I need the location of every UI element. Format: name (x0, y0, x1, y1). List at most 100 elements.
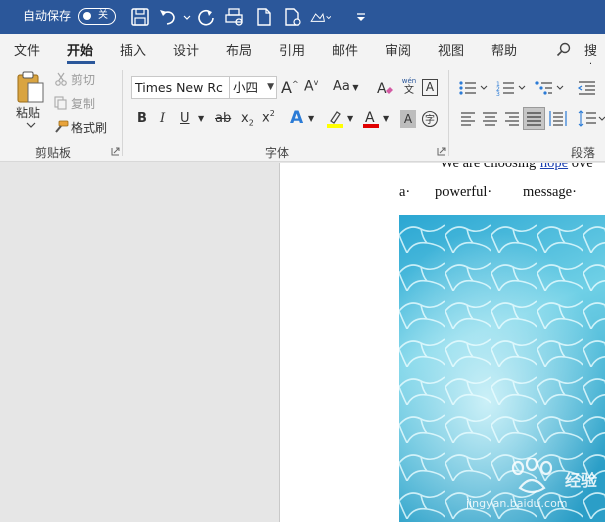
font-name-value: Times New Rc (135, 80, 223, 95)
change-case-glyph: Aa (333, 79, 350, 94)
pinyin-guide-button[interactable]: wén 文 (401, 77, 417, 96)
svg-text:A: A (377, 81, 387, 97)
format-painter-label[interactable]: 格式刷 (71, 119, 107, 136)
watermark-url: jingyan.baidu.com (466, 497, 568, 510)
font-launcher-icon[interactable] (437, 147, 446, 156)
char-border-glyph: A (425, 80, 435, 94)
cut-label[interactable]: 剪切 (71, 71, 95, 88)
bold-button[interactable]: B (137, 111, 147, 126)
subscript-button[interactable]: x2 (241, 111, 254, 128)
superscript-button[interactable]: x2 (262, 109, 275, 125)
save-icon[interactable] (129, 7, 151, 27)
group-separator (122, 70, 123, 156)
strikethrough-button[interactable]: ab (215, 111, 231, 126)
customize-qat-icon[interactable] (350, 7, 372, 27)
superscript-glyph: x (262, 110, 270, 126)
text-effects-dropdown-icon[interactable]: ▼ (308, 114, 314, 123)
toggle-knob (83, 12, 91, 20)
distributed-icon[interactable] (549, 110, 567, 127)
font-size-value: 小四 (233, 80, 259, 95)
tab-view[interactable]: 视图 (438, 40, 464, 59)
font-group-label: 字体 (265, 146, 290, 160)
font-color-dropdown-icon[interactable]: ▼ (383, 114, 389, 123)
char-shading-button[interactable]: A (400, 110, 416, 128)
subscript-glyph: x (241, 111, 249, 126)
paragraph-group-label: 段落 (571, 146, 596, 160)
numbering-icon[interactable]: 1 2 3 (496, 80, 526, 96)
clear-formatting-icon[interactable]: A (376, 79, 394, 97)
autosave-toggle[interactable]: 关 (78, 8, 116, 25)
autosave-label: 自动保存 (23, 9, 72, 23)
paste-dropdown-icon[interactable] (26, 122, 36, 128)
justify-icon (527, 112, 541, 126)
baidu-paw-logo (511, 458, 553, 494)
clipboard-group-label: 剪贴板 (35, 146, 72, 160)
new-document-icon[interactable] (253, 7, 275, 27)
document-word: a· (399, 184, 411, 200)
font-color-icon[interactable]: A (362, 108, 380, 129)
tab-mailings[interactable]: 邮件 (332, 40, 358, 59)
char-border-button[interactable]: A (422, 79, 438, 96)
document-line-1: We are choosing hope ove (440, 163, 593, 172)
tab-layout[interactable]: 布局 (226, 40, 252, 59)
open-file-icon[interactable] (282, 7, 304, 27)
line1-link: hope (539, 163, 569, 171)
italic-button[interactable]: I (160, 111, 165, 126)
ribbon-home: 粘贴 剪切 复制 格式刷 剪贴板 Times New Rc 小四 ▼ A^ Av… (0, 64, 605, 162)
tab-review[interactable]: 审阅 (385, 40, 411, 59)
multilevel-list-icon[interactable] (534, 80, 564, 96)
word-window: 自动保存 关 文件 开始 插入 设计 布局 引用 邮件 审阅 视图 帮助 搜 粘… (0, 0, 605, 522)
line1-suffix: ove (571, 163, 593, 171)
tab-design[interactable]: 设计 (173, 40, 199, 59)
decrease-indent-icon[interactable] (577, 80, 597, 96)
underline-dropdown-icon[interactable]: ▼ (198, 114, 204, 123)
document-word: message· (523, 184, 577, 200)
change-case-button[interactable]: Aa ▼ (333, 79, 359, 94)
watermark-brand: 经验 (565, 471, 598, 490)
tab-insert[interactable]: 插入 (120, 40, 146, 59)
line-spacing-icon[interactable] (578, 110, 605, 127)
svg-text:A: A (365, 110, 375, 126)
pinyin-bottom-text: 文 (404, 85, 414, 96)
font-name-combo[interactable]: Times New Rc (131, 76, 230, 99)
grow-font-glyph: A (281, 78, 292, 97)
svg-text:字: 字 (425, 113, 435, 126)
font-color-bar (363, 124, 379, 128)
text-effects-button[interactable]: A (290, 108, 303, 128)
chevron-down-icon: ▼ (267, 82, 274, 92)
tab-references[interactable]: 引用 (279, 40, 305, 59)
font-size-combo[interactable]: 小四 ▼ (229, 76, 277, 99)
clipboard-launcher-icon[interactable] (111, 147, 120, 156)
format-painter-icon[interactable] (53, 120, 69, 134)
line1-prefix: We are choosing (440, 163, 537, 171)
ribbon-tabs: 文件 开始 插入 设计 布局 引用 邮件 审阅 视图 帮助 搜索 (0, 34, 605, 78)
underline-button[interactable]: U (180, 111, 190, 126)
grow-font-button[interactable]: A^ (281, 78, 299, 97)
char-shading-glyph: A (403, 112, 413, 126)
format-icon[interactable] (309, 7, 331, 27)
highlighter-icon[interactable] (326, 109, 344, 129)
document-word: powerful· (435, 184, 493, 200)
enclose-char-icon[interactable]: 字 (421, 110, 439, 128)
search-icon[interactable] (556, 42, 572, 58)
bullets-icon[interactable] (458, 80, 488, 96)
print-preview-icon[interactable] (224, 7, 246, 27)
highlight-color-bar (327, 124, 343, 128)
tab-home[interactable]: 开始 (67, 40, 93, 59)
align-right-icon[interactable] (504, 111, 520, 126)
redo-icon[interactable] (195, 7, 217, 27)
align-left-icon[interactable] (460, 111, 476, 126)
cut-icon[interactable] (54, 72, 68, 86)
group-separator (448, 70, 449, 156)
tab-help[interactable]: 帮助 (491, 40, 517, 59)
highlight-dropdown-icon[interactable]: ▼ (347, 114, 353, 123)
paste-icon[interactable] (15, 71, 47, 105)
tab-file[interactable]: 文件 (14, 40, 40, 59)
title-bar: 自动保存 关 (0, 0, 605, 34)
paste-label[interactable]: 粘贴 (16, 104, 40, 121)
shrink-font-button[interactable]: Av (304, 78, 318, 95)
justify-button[interactable] (523, 107, 545, 130)
align-center-icon[interactable] (482, 111, 498, 126)
copy-icon[interactable] (54, 96, 68, 110)
copy-label[interactable]: 复制 (71, 95, 95, 112)
